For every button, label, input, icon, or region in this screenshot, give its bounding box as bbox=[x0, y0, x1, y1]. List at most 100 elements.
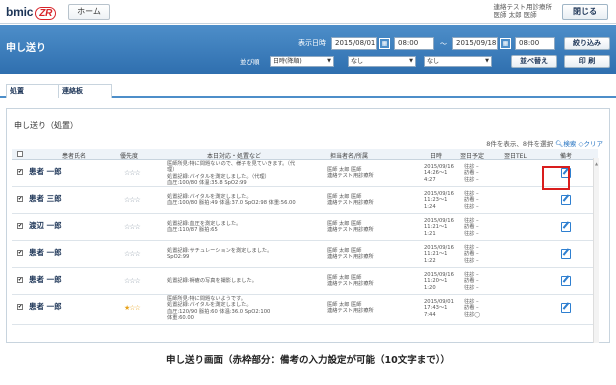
user-info: 連絡テスト用診療所 医師 太郎 医師 bbox=[494, 3, 553, 19]
table-row[interactable]: ✔ 患者 三郎 ☆☆☆ 処置記録:バイタルを測定しました。 血圧:100/80 … bbox=[12, 187, 598, 214]
range-separator: 〜 bbox=[440, 40, 447, 48]
row-checkbox[interactable]: ✔ bbox=[17, 169, 23, 175]
row-checkbox[interactable]: ✔ bbox=[17, 304, 23, 310]
edit-note-icon[interactable] bbox=[561, 222, 571, 232]
next-day-plan: 往診 – 訪看 – 往診 – bbox=[464, 245, 479, 264]
table-row[interactable]: ✔ 患者 一郎 ☆☆☆ 医師所見:特に問題ないので、様子を見ていきます。（代 理… bbox=[12, 160, 598, 187]
staff-info: 医師 太郎 医師 連絡テスト用診療所 bbox=[327, 275, 374, 288]
scroll-up-icon[interactable]: ▲ bbox=[595, 161, 599, 166]
clinic-name: 連絡テスト用診療所 bbox=[493, 3, 553, 11]
top-bar: bmic ZR ホーム 連絡テスト用診療所 医師 太郎 医師 閉じる bbox=[0, 0, 616, 24]
col-patient[interactable]: 患者氏名 bbox=[62, 151, 86, 160]
next-day-plan: 往診 – 訪看 – 往診 – bbox=[464, 218, 479, 237]
handoff-content: 医師所見:特に問題ないようです。 処置記録:バイタルを測定しました。 血圧:12… bbox=[167, 296, 271, 322]
chevron-down-icon: ▼ bbox=[409, 58, 413, 64]
patient-name[interactable]: 患者 一郎 bbox=[29, 166, 62, 177]
handoff-content: 処置記録:バイタルを測定しました。 血圧:100/80 脈拍:49 体温:37.… bbox=[167, 194, 296, 207]
close-button[interactable]: 閉じる bbox=[562, 4, 608, 20]
row-checkbox[interactable]: ✔ bbox=[17, 250, 23, 256]
calendar-from-icon[interactable]: ▦ bbox=[379, 38, 390, 49]
sort-select-1[interactable]: 日時(降順) ▼ bbox=[270, 56, 334, 67]
time-from-input[interactable]: 08:00 bbox=[394, 37, 434, 50]
handoff-content: 処置記録:血圧を測定しました。 血圧:110/87 脈拍:65 bbox=[167, 221, 242, 234]
clear-link[interactable]: クリア bbox=[584, 140, 604, 148]
tab-treatment[interactable]: 処置 bbox=[6, 84, 60, 98]
col-remarks: 備考 bbox=[560, 153, 573, 160]
edit-note-icon[interactable] bbox=[561, 195, 571, 205]
record-datetime: 2015/09/01 17:43〜1 7:44 bbox=[424, 299, 454, 318]
next-day-plan: 往診 – 訪看 – 往診◯ bbox=[464, 299, 481, 318]
col-content: 本日対応・処置など bbox=[207, 153, 262, 160]
page-header: 申し送り 表示日時 2015/08/01 ▦ 08:00 〜 2015/09/1… bbox=[0, 25, 616, 74]
chevron-down-icon: ▼ bbox=[327, 58, 331, 64]
sort-select-3[interactable]: なし ▼ bbox=[424, 56, 492, 67]
chevron-down-icon: ▼ bbox=[485, 58, 489, 64]
page-title: 申し送り bbox=[6, 43, 46, 54]
date-range-label: 表示日時 bbox=[298, 39, 326, 47]
time-to-input[interactable]: 08:00 bbox=[515, 37, 555, 50]
patient-name[interactable]: 渡辺 一郎 bbox=[29, 220, 62, 231]
next-day-plan: 往診 – 訪看 – 往診 – bbox=[464, 164, 479, 183]
record-datetime: 2015/09/16 11:23〜1 1:24 bbox=[424, 191, 454, 210]
sort-select-2[interactable]: なし ▼ bbox=[348, 56, 416, 67]
record-datetime: 2015/09/16 11:20〜1 1:20 bbox=[424, 272, 454, 291]
patient-name[interactable]: 患者 三郎 bbox=[29, 193, 62, 204]
date-to-input[interactable]: 2015/09/18 bbox=[452, 37, 498, 50]
edit-note-icon[interactable] bbox=[561, 303, 571, 313]
tab-board[interactable]: 連絡板 bbox=[58, 84, 112, 98]
table-header: 患者氏名 優先度 本日対応・処置など 担当者名/所属 日時 翌日予定 翌日TEL… bbox=[12, 149, 598, 160]
user-name: 医師 太郎 医師 bbox=[493, 11, 537, 19]
staff-info: 医師 太郎 医師 連絡テスト用診療所 bbox=[327, 167, 374, 180]
handoff-panel: 申し送り（処置） 8件を表示、8件を選択 🔍︎検索 ◇クリア 患者氏名 優先度 … bbox=[6, 108, 610, 343]
row-checkbox[interactable]: ✔ bbox=[17, 223, 23, 229]
home-button[interactable]: ホーム bbox=[68, 4, 110, 20]
staff-info: 医師 太郎 医師 連絡テスト用診療所 bbox=[327, 248, 374, 261]
patient-name[interactable]: 患者 一郎 bbox=[29, 247, 62, 258]
priority-stars[interactable]: ☆☆☆ bbox=[124, 223, 141, 231]
table-row[interactable]: ✔ 患者 一郎 ★☆☆ 医師所見:特に問題ないようです。 処置記録:バイタルを測… bbox=[12, 295, 598, 325]
staff-info: 医師 太郎 医師 連絡テスト用診療所 bbox=[327, 221, 374, 234]
figure-caption: 申し送り画面（赤枠部分：備考の入力設定が可能（10文字まで）） bbox=[166, 355, 450, 366]
table-body: ✔ 患者 一郎 ☆☆☆ 医師所見:特に問題ないので、様子を見ていきます。（代 理… bbox=[12, 160, 598, 343]
table-row[interactable]: ✔ 患者 一郎 ☆☆☆ 処置記録:サチュレーションを測定しました。 SpO2:9… bbox=[12, 241, 598, 268]
priority-stars[interactable]: ☆☆☆ bbox=[124, 277, 141, 285]
table-row[interactable]: ✔ 渡辺 一郎 ☆☆☆ 処置記録:血圧を測定しました。 血圧:110/87 脈拍… bbox=[12, 214, 598, 241]
date-from-input[interactable]: 2015/08/01 bbox=[331, 37, 377, 50]
sort-button[interactable]: 並べ替え bbox=[511, 55, 557, 68]
next-day-plan: 往診 – 訪看 – 往診 – bbox=[464, 191, 479, 210]
highlight-frame bbox=[542, 166, 570, 190]
table-row[interactable]: ✔ 患者 一郎 ☆☆☆ 処置記録:褥瘡の写真を撮影しました。 医師 太郎 医師 … bbox=[12, 268, 598, 295]
select-all-checkbox[interactable] bbox=[17, 151, 23, 157]
priority-stars[interactable]: ☆☆☆ bbox=[124, 169, 141, 177]
row-checkbox[interactable]: ✔ bbox=[17, 277, 23, 283]
col-next-plan: 翌日予定 bbox=[460, 153, 485, 160]
result-count: 8件を表示、8件を選択 bbox=[486, 140, 554, 148]
filter-button[interactable]: 絞り込み bbox=[564, 37, 610, 50]
priority-stars[interactable]: ☆☆☆ bbox=[124, 196, 141, 204]
handoff-content: 医師所見:特に問題ないので、様子を見ていきます。（代 理） 処置記録:バイタルを… bbox=[167, 161, 296, 187]
tab-bar: 処置 連絡板 bbox=[0, 80, 616, 98]
col-priority[interactable]: 優先度 bbox=[120, 151, 138, 160]
col-staff: 担当者名/所属 bbox=[330, 153, 369, 160]
panel-title: 申し送り（処置） bbox=[14, 121, 78, 130]
staff-info: 医師 太郎 医師 連絡テスト用診療所 bbox=[327, 194, 374, 207]
calendar-to-icon[interactable]: ▦ bbox=[500, 38, 511, 49]
edit-note-icon[interactable] bbox=[561, 249, 571, 259]
col-next-tel: 翌日TEL bbox=[504, 153, 527, 160]
patient-name[interactable]: 患者 一郎 bbox=[29, 274, 62, 285]
app-logo[interactable]: bmic ZR bbox=[6, 5, 57, 20]
edit-note-icon[interactable] bbox=[561, 276, 571, 286]
row-checkbox[interactable]: ✔ bbox=[17, 196, 23, 202]
vertical-scrollbar[interactable]: ▲ bbox=[593, 158, 599, 343]
col-datetime[interactable]: 日時 bbox=[430, 151, 442, 160]
next-day-plan: 往診 – 訪看 – 往診 – bbox=[464, 272, 479, 291]
patient-name[interactable]: 患者 一郎 bbox=[29, 301, 62, 312]
print-button[interactable]: 印 刷 bbox=[564, 55, 610, 68]
search-link[interactable]: 検索 bbox=[563, 140, 576, 148]
priority-stars[interactable]: ★☆☆ bbox=[124, 304, 141, 312]
staff-info: 医師 太郎 医師 連絡テスト用診療所 bbox=[327, 302, 374, 315]
result-summary: 8件を表示、8件を選択 🔍︎検索 ◇クリア bbox=[486, 138, 603, 148]
logo-mark: ZR bbox=[35, 7, 57, 20]
priority-stars[interactable]: ☆☆☆ bbox=[124, 250, 141, 258]
handoff-content: 処置記録:褥瘡の写真を撮影しました。 bbox=[167, 278, 257, 284]
